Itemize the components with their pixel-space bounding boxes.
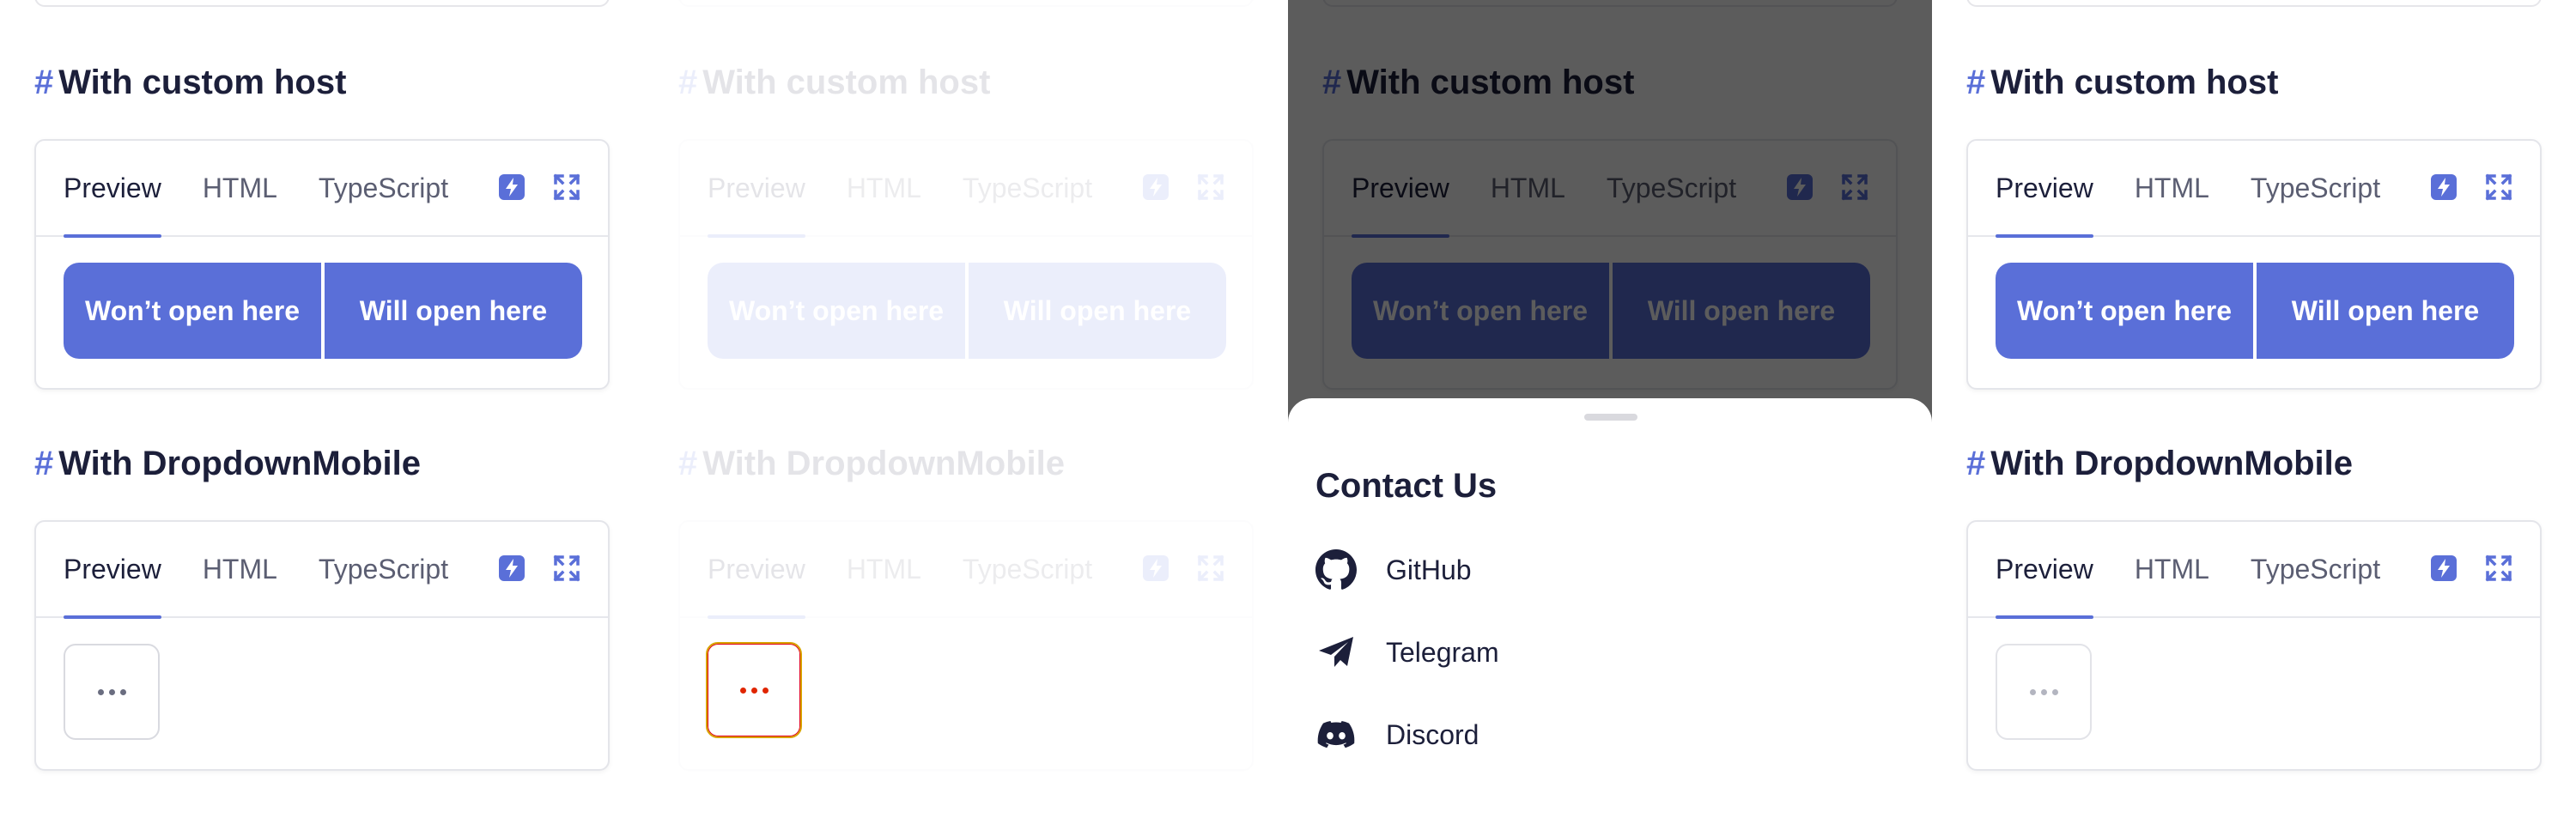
anchor-hash[interactable]: # — [678, 65, 697, 100]
stackblitz-icon[interactable] — [2430, 554, 2458, 582]
section-title-text: With DropdownMobile — [1990, 445, 2354, 482]
sheet-item-label: GitHub — [1386, 554, 1472, 585]
section-title-text: With custom host — [58, 64, 347, 101]
tab-html[interactable]: HTML — [203, 140, 277, 236]
sheet-title: Contact Us — [1315, 467, 1498, 505]
sheet-item-label: Telegram — [1386, 636, 1499, 668]
tab-html[interactable]: HTML — [203, 521, 277, 617]
sheet-item-discord[interactable]: Discord — [1315, 709, 1479, 760]
button-group: Won’t open here Will open here — [64, 263, 582, 359]
previous-card-edge — [34, 0, 610, 7]
contact-us-bottom-sheet: Contact Us GitHub Telegram Discord — [1288, 398, 1932, 824]
section-title-dropdown-mobile: # With DropdownMobile — [34, 446, 421, 481]
example-tabs: Preview HTML TypeScript — [1968, 140, 2540, 238]
demo-column-sheet-open: # With custom host Preview HTML TypeScri… — [1288, 0, 1932, 824]
example-card-custom-host: Preview HTML TypeScript Won’t open here … — [678, 139, 1254, 390]
demo-column-after: # With custom host Preview HTML TypeScri… — [1932, 0, 2576, 824]
example-card-custom-host: Preview HTML TypeScript Won’t open here … — [1966, 139, 2542, 390]
anchor-hash[interactable]: # — [1966, 65, 1985, 100]
stackblitz-icon[interactable] — [498, 554, 526, 582]
section-title-dropdown-mobile: # With DropdownMobile — [678, 446, 1065, 481]
stackblitz-icon[interactable] — [1142, 173, 1170, 201]
anchor-hash[interactable]: # — [34, 446, 53, 481]
example-card-dropdown-mobile: Preview HTML TypeScript — [34, 520, 610, 771]
will-open-here-button[interactable]: Will open here — [321, 263, 582, 359]
tab-html[interactable]: HTML — [2135, 140, 2209, 236]
example-tabs: Preview HTML TypeScript — [680, 521, 1252, 619]
tab-preview[interactable]: Preview — [1996, 521, 2093, 619]
section-title-custom-host: # With custom host — [1966, 65, 2278, 100]
tab-typescript[interactable]: TypeScript — [2251, 140, 2380, 236]
discord-icon — [1315, 714, 1357, 755]
section-title-text: With custom host — [702, 64, 991, 101]
tab-typescript[interactable]: TypeScript — [963, 521, 1092, 617]
sheet-item-github[interactable]: GitHub — [1315, 544, 1472, 596]
tab-preview[interactable]: Preview — [1996, 140, 2093, 238]
stackblitz-icon[interactable] — [2430, 173, 2458, 201]
fullscreen-icon[interactable] — [1197, 173, 1224, 201]
tab-typescript[interactable]: TypeScript — [319, 521, 448, 617]
example-tabs: Preview HTML TypeScript — [36, 140, 608, 238]
tab-preview[interactable]: Preview — [64, 521, 161, 619]
tab-preview[interactable]: Preview — [64, 140, 161, 238]
stackblitz-icon[interactable] — [498, 173, 526, 201]
fullscreen-icon[interactable] — [1197, 554, 1224, 582]
section-title-dropdown-mobile: # With DropdownMobile — [1966, 446, 2353, 481]
telegram-icon — [1315, 632, 1357, 673]
fullscreen-icon[interactable] — [553, 173, 580, 201]
wont-open-here-button[interactable]: Won’t open here — [1996, 263, 2253, 359]
section-title-custom-host: # With custom host — [678, 65, 990, 100]
section-title-text: With DropdownMobile — [58, 445, 422, 482]
ellipsis-icon — [97, 688, 126, 695]
section-title-text: With DropdownMobile — [702, 445, 1066, 482]
github-icon — [1315, 549, 1357, 591]
anchor-hash[interactable]: # — [678, 446, 697, 481]
button-group: Won’t open here Will open here — [708, 263, 1226, 359]
tab-preview[interactable]: Preview — [708, 521, 805, 619]
tab-html[interactable]: HTML — [847, 521, 921, 617]
example-tabs: Preview HTML TypeScript — [680, 140, 1252, 238]
dropdown-more-button[interactable] — [1996, 644, 2092, 740]
sheet-item-label: Discord — [1386, 718, 1479, 750]
ellipsis-icon — [2029, 688, 2058, 695]
anchor-hash[interactable]: # — [1966, 446, 1985, 481]
tab-html[interactable]: HTML — [847, 140, 921, 236]
will-open-here-button[interactable]: Will open here — [2253, 263, 2514, 359]
example-card-custom-host: Preview HTML TypeScript Won’t open here … — [34, 139, 610, 390]
tab-typescript[interactable]: TypeScript — [963, 140, 1092, 236]
example-card-dropdown-mobile: Preview HTML TypeScript — [1966, 520, 2542, 771]
previous-card-edge — [1966, 0, 2542, 7]
stackblitz-icon[interactable] — [1142, 554, 1170, 582]
demo-column-default: # With custom host Preview HTML TypeScri… — [0, 0, 644, 824]
tab-typescript[interactable]: TypeScript — [2251, 521, 2380, 617]
sheet-drag-handle[interactable] — [1584, 414, 1637, 421]
ellipsis-icon — [739, 687, 769, 694]
previous-card-edge — [678, 0, 1254, 7]
dropdown-more-button-focused[interactable] — [706, 642, 802, 738]
sheet-item-telegram[interactable]: Telegram — [1315, 627, 1499, 678]
anchor-hash[interactable]: # — [34, 65, 53, 100]
button-group: Won’t open here Will open here — [1996, 263, 2514, 359]
dropdown-more-button[interactable] — [64, 644, 160, 740]
section-title-custom-host: # With custom host — [34, 65, 346, 100]
tab-html[interactable]: HTML — [2135, 521, 2209, 617]
example-tabs: Preview HTML TypeScript — [1968, 521, 2540, 619]
demo-column-focused: # With custom host Preview HTML TypeScri… — [644, 0, 1288, 824]
fullscreen-icon[interactable] — [553, 554, 580, 582]
example-tabs: Preview HTML TypeScript — [36, 521, 608, 619]
tab-typescript[interactable]: TypeScript — [319, 140, 448, 236]
section-title-text: With custom host — [1990, 64, 2279, 101]
tab-preview[interactable]: Preview — [708, 140, 805, 238]
fullscreen-icon[interactable] — [2485, 173, 2512, 201]
wont-open-here-button[interactable]: Won’t open here — [64, 263, 321, 359]
fullscreen-icon[interactable] — [2485, 554, 2512, 582]
wont-open-here-button[interactable]: Won’t open here — [708, 263, 965, 359]
will-open-here-button[interactable]: Will open here — [965, 263, 1226, 359]
